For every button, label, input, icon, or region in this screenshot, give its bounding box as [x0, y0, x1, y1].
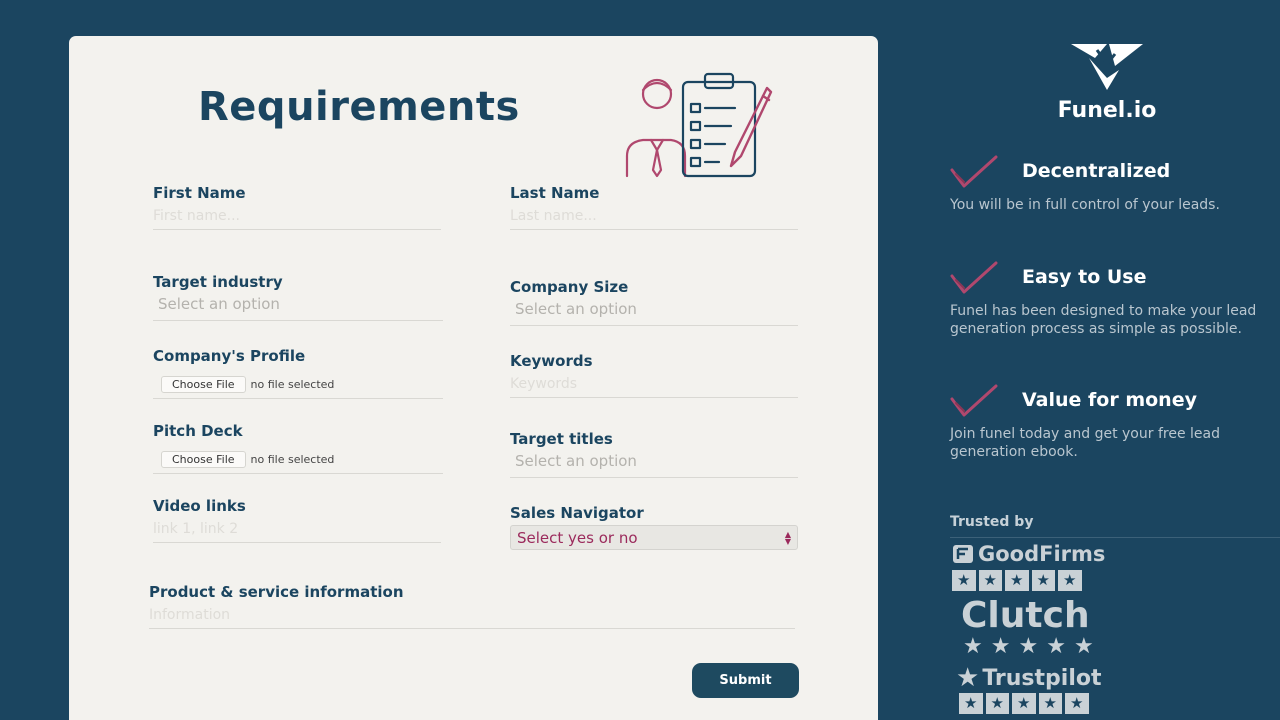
person-clipboard-icon [625, 72, 773, 178]
star-icon: ★ [1046, 634, 1066, 659]
feature-easy-to-use: Easy to Use Funel has been designed to m… [950, 260, 1270, 338]
checkmark-icon [950, 155, 998, 188]
video-links-input[interactable] [153, 515, 441, 543]
company-profile-label: Company's Profile [153, 347, 306, 365]
goodfirms-badge: GoodFirms ★ ★ ★ ★ ★ [952, 542, 1105, 591]
pitch-deck-label: Pitch Deck [153, 422, 243, 440]
star-icon: ★ [963, 634, 983, 659]
star-icon: ★ [1012, 693, 1036, 714]
star-icon: ★ [1018, 634, 1039, 659]
company-profile-file-status: no file selected [250, 377, 335, 391]
company-size-label: Company Size [510, 278, 629, 296]
first-name-field: First Name [153, 184, 441, 230]
brand-name: Funel.io [1057, 98, 1157, 123]
target-industry-field: Target industry Select an option [153, 273, 443, 321]
pitch-deck-file-status: no file selected [250, 452, 335, 466]
sales-navigator-label: Sales Navigator [510, 504, 644, 522]
star-icon: ★ [952, 570, 976, 591]
star-icon: ★ [978, 570, 1002, 591]
product-info-field: Product & service information [149, 583, 795, 629]
star-icon: ★ [990, 634, 1011, 659]
target-titles-select[interactable]: Select an option [510, 448, 798, 478]
video-links-label: Video links [153, 497, 246, 515]
feature-value-for-money: Value for money Join funel today and get… [950, 383, 1270, 461]
company-profile-field: Company's Profile Choose File no file se… [153, 347, 443, 399]
feature-description: Funel has been designed to make your lea… [950, 303, 1257, 337]
page-title: Requirements [198, 84, 520, 130]
trustpilot-badge: ★ Trustpilot ★ ★ ★ ★ ★ [956, 665, 1102, 714]
submit-button[interactable]: Submit [692, 663, 799, 698]
company-profile-file-input: Choose File no file selected [153, 365, 443, 399]
feature-description: You will be in full control of your lead… [950, 197, 1220, 213]
requirements-form-card: Requirements First Name First name... La… [69, 36, 878, 720]
target-titles-label: Target titles [510, 430, 613, 448]
star-icon: ★ [1031, 570, 1055, 591]
checkmark-icon [950, 384, 998, 417]
brand-logo: Funel.io [1037, 40, 1177, 123]
star-icon: ★ [1058, 570, 1082, 591]
star-icon: ★ [1073, 634, 1094, 659]
company-size-select[interactable]: Select an option [510, 296, 798, 326]
sales-navigator-field: Sales Navigator Select yes or no ▲ ▼ [510, 504, 800, 550]
keywords-label: Keywords [510, 352, 593, 370]
pitch-deck-file-input: Choose File no file selected [153, 440, 443, 474]
select-arrows-icon: ▲ ▼ [784, 529, 791, 546]
goodfirms-name: GoodFirms [978, 542, 1106, 566]
star-icon: ★ [1065, 693, 1089, 714]
keywords-input[interactable] [510, 370, 798, 398]
clutch-name: Clutch [961, 595, 1090, 636]
product-info-label: Product & service information [149, 583, 404, 601]
target-industry-select[interactable]: Select an option [153, 291, 443, 321]
first-name-label: First Name [153, 184, 246, 202]
star-icon: ★ [1038, 693, 1062, 714]
clutch-badge: Clutch ★ ★ ★ ★ ★ [961, 596, 1094, 658]
star-icon: ★ [985, 693, 1009, 714]
product-info-input[interactable] [149, 601, 795, 629]
last-name-field: Last Name [510, 184, 798, 230]
target-titles-field: Target titles Select an option [510, 430, 798, 478]
clutch-rating: ★ ★ ★ ★ ★ [961, 636, 1094, 658]
goodfirms-logo-icon [953, 545, 973, 563]
feature-title: Decentralized [1022, 160, 1171, 182]
sales-navigator-value: Select yes or no [517, 528, 638, 547]
feature-title: Value for money [1022, 389, 1197, 411]
company-profile-choose-file-button[interactable]: Choose File [161, 375, 246, 393]
keywords-field: Keywords [510, 352, 798, 398]
feature-description: Join funel today and get your free lead … [950, 426, 1220, 460]
pitch-deck-field: Pitch Deck Choose File no file selected [153, 422, 443, 474]
trustpilot-name: Trustpilot [982, 665, 1102, 691]
last-name-label: Last Name [510, 184, 600, 202]
trusted-by-heading: Trusted by [950, 514, 1280, 538]
pitch-deck-choose-file-button[interactable]: Choose File [161, 450, 246, 468]
trustpilot-rating: ★ ★ ★ ★ ★ [956, 693, 1102, 714]
feature-decentralized: Decentralized You will be in full contro… [950, 154, 1270, 214]
trustpilot-star-icon: ★ [956, 663, 980, 693]
goodfirms-rating: ★ ★ ★ ★ ★ [952, 570, 1105, 591]
funnel-logo-icon [1071, 44, 1143, 90]
target-industry-label: Target industry [153, 273, 283, 291]
star-icon: ★ [959, 693, 983, 714]
first-name-input[interactable] [153, 202, 441, 230]
sales-navigator-select[interactable]: Select yes or no ▲ ▼ [510, 525, 798, 550]
company-size-field: Company Size Select an option [510, 278, 798, 326]
last-name-input[interactable] [510, 202, 798, 230]
feature-title: Easy to Use [1022, 266, 1147, 288]
star-icon: ★ [1005, 570, 1029, 591]
checkmark-icon [950, 261, 998, 294]
video-links-field: Video links [153, 497, 441, 543]
